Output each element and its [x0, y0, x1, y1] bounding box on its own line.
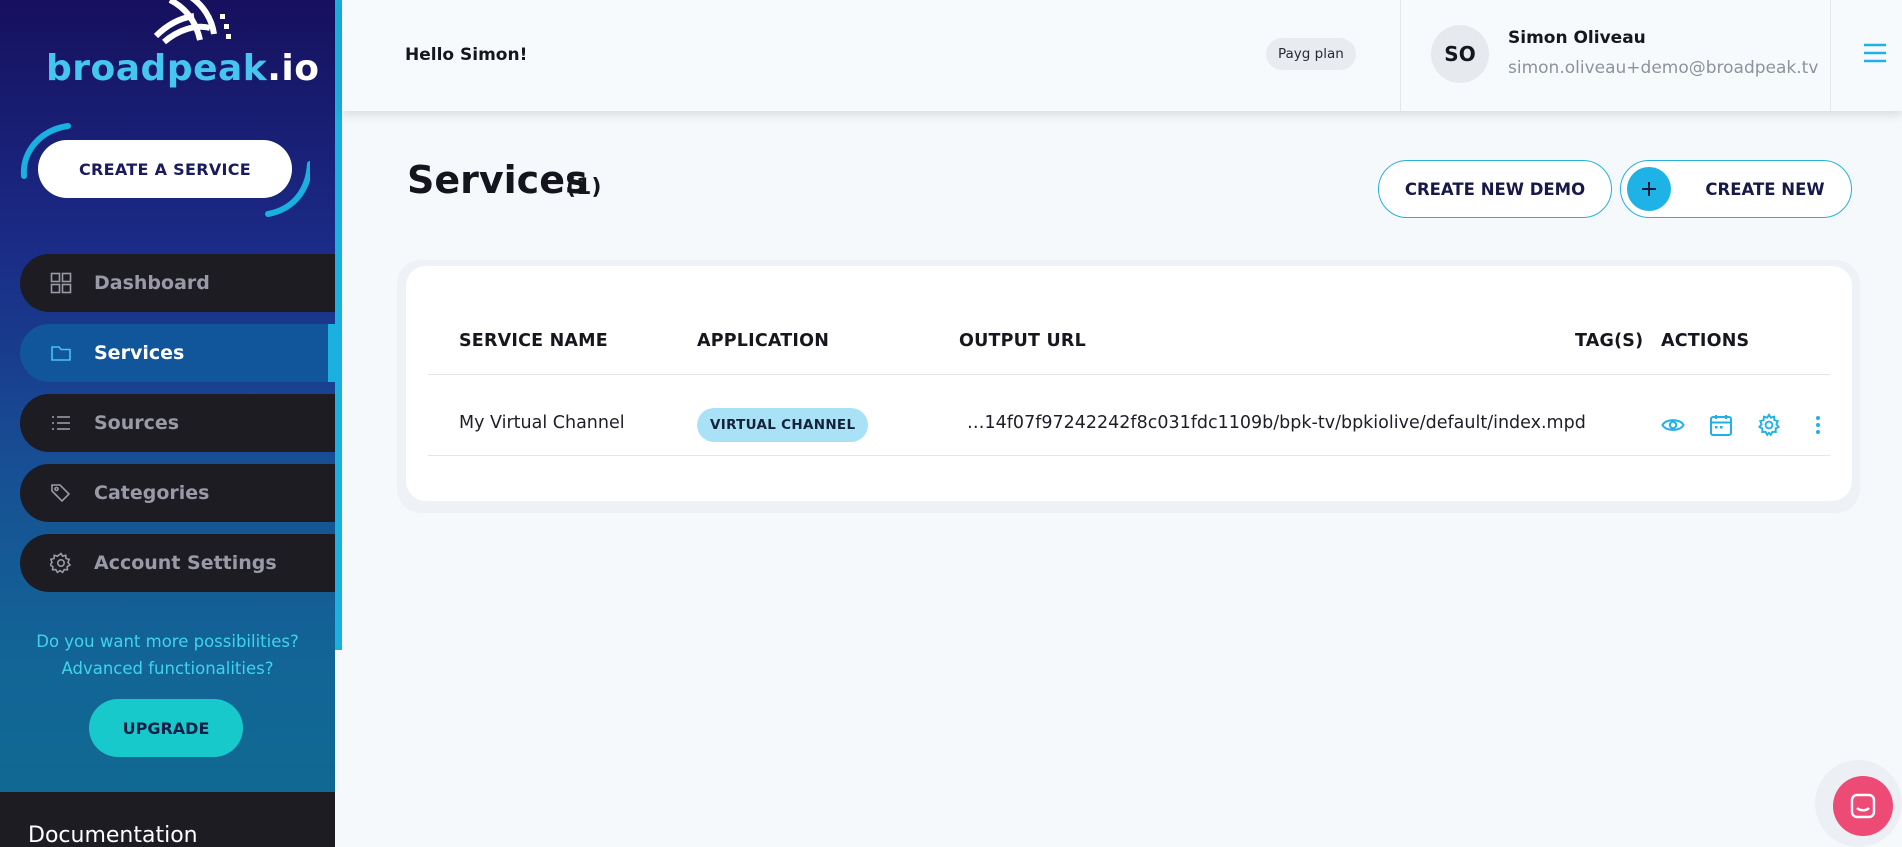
grid-icon — [50, 272, 72, 294]
greeting: Hello Simon! — [405, 45, 528, 65]
sidebar-item-label: Dashboard — [94, 272, 210, 294]
column-header-application[interactable]: APPLICATION — [697, 331, 829, 351]
column-header-actions: ACTIONS — [1661, 331, 1750, 351]
user-name: Simon Oliveau — [1508, 28, 1646, 48]
upgrade-promo: Do you want more possibilities? Advanced… — [0, 628, 335, 682]
sidebar-scrollbar[interactable] — [335, 0, 342, 650]
promo-line: Advanced functionalities? — [61, 659, 274, 678]
sidebar-item-categories[interactable]: Categories — [20, 464, 335, 522]
top-header: Hello Simon! Payg plan SO Simon Oliveau … — [342, 0, 1902, 111]
user-email: simon.oliveau+demo@broadpeak.tv — [1508, 58, 1819, 78]
gear-icon — [50, 552, 72, 574]
create-new-demo-button[interactable]: CREATE NEW DEMO — [1378, 160, 1612, 218]
avatar[interactable]: SO — [1431, 25, 1489, 83]
sidebar: broadpeak.io CREATE A SERVICE Dashboard … — [0, 0, 335, 847]
header-divider — [1830, 0, 1831, 111]
output-url-cell[interactable]: …14f07f97242242f8c031fdc1109b/bpk-tv/bpk… — [967, 413, 1586, 433]
more-vertical-icon[interactable] — [1806, 413, 1830, 437]
sidebar-item-services[interactable]: Services — [20, 324, 335, 382]
plan-badge: Payg plan — [1266, 38, 1356, 70]
column-header-service-name[interactable]: SERVICE NAME — [459, 331, 608, 351]
hamburger-menu-icon[interactable] — [1862, 40, 1888, 66]
calendar-icon[interactable] — [1709, 413, 1733, 437]
sidebar-item-label: Categories — [94, 482, 210, 504]
chat-icon[interactable] — [1833, 776, 1893, 836]
list-icon — [50, 412, 72, 434]
application-badge: VIRTUAL CHANNEL — [697, 408, 869, 442]
brand-logo[interactable]: broadpeak.io — [46, 48, 320, 89]
folder-icon — [50, 342, 72, 364]
table-divider — [428, 455, 1830, 456]
eye-icon[interactable] — [1661, 413, 1685, 437]
tags-icon — [50, 482, 72, 504]
table-divider — [428, 374, 1830, 375]
upgrade-button[interactable]: UPGRADE — [89, 699, 243, 757]
sidebar-item-sources[interactable]: Sources — [20, 394, 335, 452]
documentation-link[interactable]: Documentation — [28, 823, 198, 847]
sidebar-item-label: Services — [94, 342, 185, 364]
service-name-cell[interactable]: My Virtual Channel — [459, 413, 625, 433]
broadpeak-logo-icon — [153, 0, 231, 45]
sidebar-item-account-settings[interactable]: Account Settings — [20, 534, 335, 592]
sidebar-item-label: Sources — [94, 412, 180, 434]
services-table — [406, 266, 1852, 501]
promo-line: Do you want more possibilities? — [36, 632, 299, 651]
sidebar-item-dashboard[interactable]: Dashboard — [20, 254, 335, 312]
plus-icon[interactable] — [1627, 167, 1671, 211]
column-header-output-url[interactable]: OUTPUT URL — [959, 331, 1086, 351]
services-count: (1) — [566, 175, 602, 200]
create-service-button[interactable]: CREATE A SERVICE — [38, 140, 292, 198]
column-header-tags[interactable]: TAG(S) — [1575, 331, 1643, 351]
sidebar-nav: Dashboard Services Sources Categories Ac… — [20, 254, 335, 604]
page-title: Services — [407, 158, 588, 202]
settings-gear-icon[interactable] — [1757, 413, 1781, 437]
sidebar-item-label: Account Settings — [94, 552, 277, 574]
header-divider — [1400, 0, 1401, 111]
